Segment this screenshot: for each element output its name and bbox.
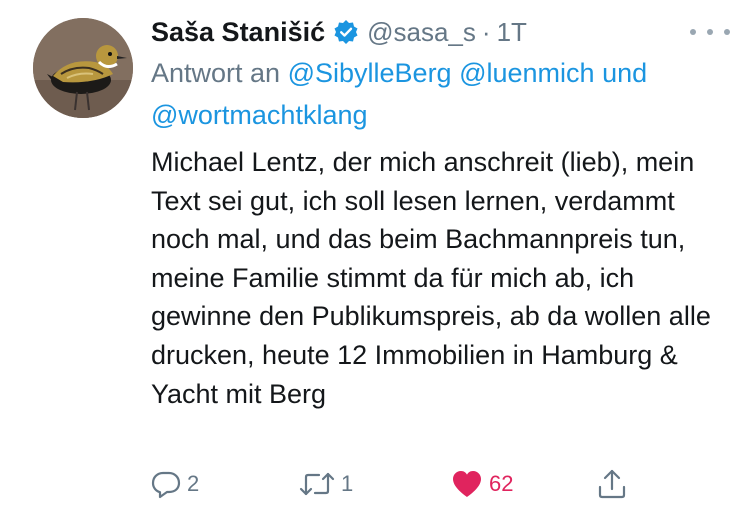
author-handle[interactable]: @sasa_s	[367, 17, 476, 48]
mention-conjunction: und	[602, 58, 648, 88]
tweet-text: Michael Lentz, der mich anschreit (lieb)…	[151, 147, 711, 409]
separator-dot: ·	[481, 16, 491, 47]
tweet[interactable]: Saša Stanišić @sasa_s · 1T Antwort an @S…	[0, 0, 750, 517]
reply-bubble-icon	[151, 471, 181, 499]
heart-icon	[453, 471, 481, 497]
tweet-header: Saša Stanišić @sasa_s · 1T	[151, 12, 527, 52]
mention-link-sibylleberg[interactable]: @SibylleBerg	[288, 58, 452, 88]
mention-link-wortmachtklang[interactable]: @wortmachtklang	[151, 100, 368, 130]
reply-button[interactable]: 2	[151, 464, 199, 504]
avatar[interactable]	[33, 18, 133, 118]
verified-badge-icon	[333, 19, 359, 45]
reply-context: Antwort an @SibylleBerg @luenmich und @w…	[151, 52, 731, 136]
action-bar: 2 1 62	[151, 464, 671, 504]
retweet-icon	[299, 472, 335, 496]
reply-count: 2	[187, 471, 200, 496]
retweet-count: 1	[341, 471, 354, 496]
reply-prefix: Antwort an	[151, 58, 281, 88]
more-dots-icon[interactable]	[690, 20, 730, 44]
like-count: 62	[489, 471, 514, 496]
share-icon	[598, 469, 626, 499]
share-button[interactable]	[596, 464, 628, 504]
avatar-bird-image	[33, 18, 133, 118]
like-button[interactable]: 62	[451, 464, 513, 504]
author-name[interactable]: Saša Stanišić	[151, 17, 325, 48]
retweet-button[interactable]: 1	[299, 464, 353, 504]
mention-link-luenmich[interactable]: @luenmich	[459, 58, 594, 88]
tweet-timestamp[interactable]: 1T	[497, 17, 527, 48]
